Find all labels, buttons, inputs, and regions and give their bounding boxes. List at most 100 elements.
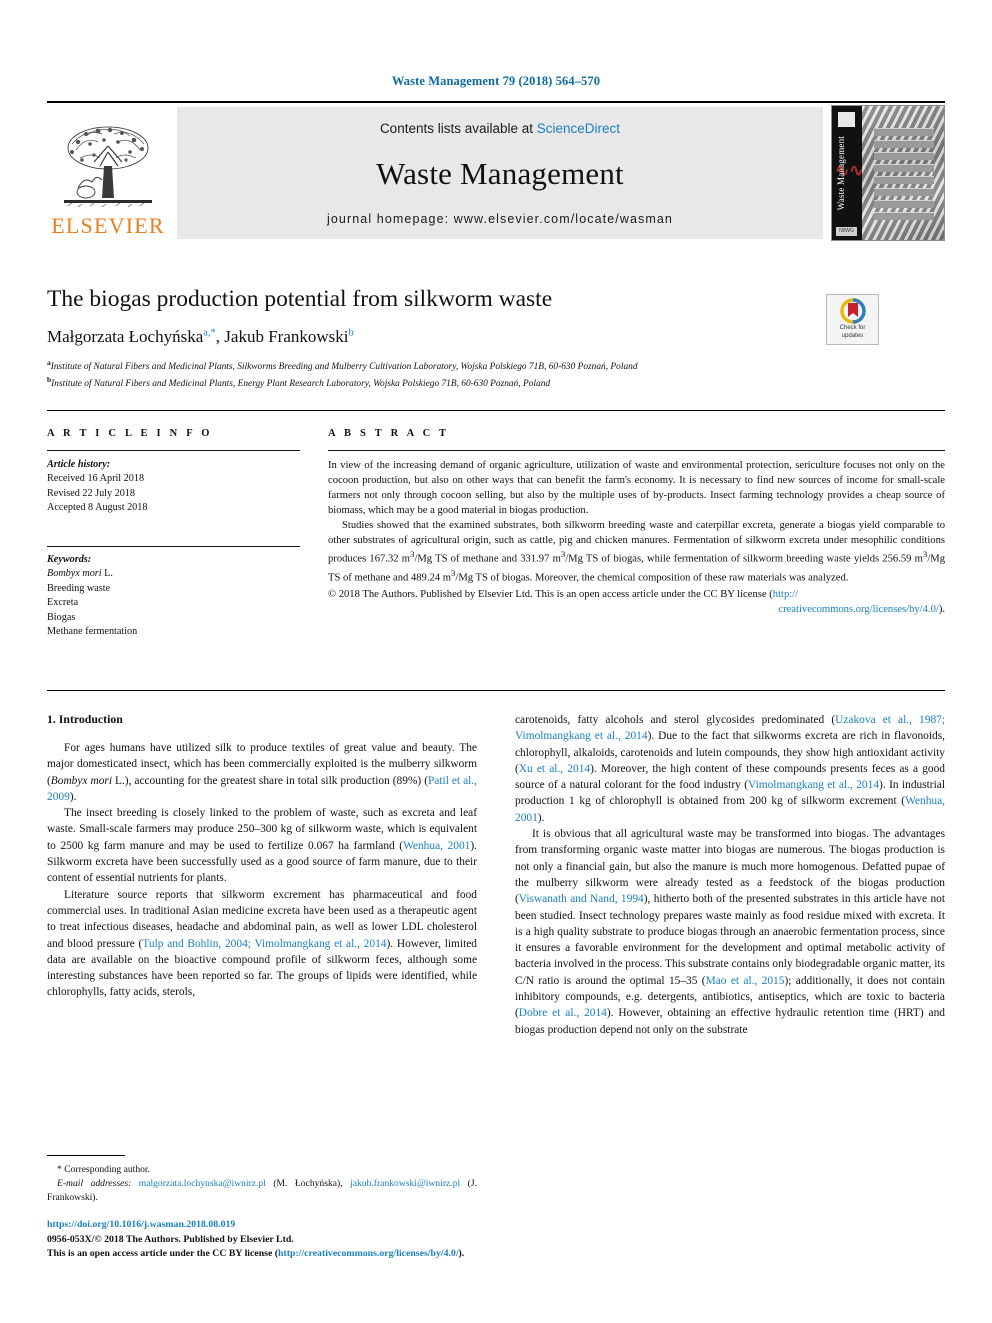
keywords-block: Keywords: Bombyx mori L. Breeding waste …	[47, 545, 300, 640]
cover-photo	[862, 106, 944, 240]
keywords-label: Keywords:	[47, 553, 92, 565]
body-column-left: 1. Introduction For ages humans have uti…	[47, 712, 477, 1038]
affiliation-a: aInstitute of Natural Fibers and Medicin…	[47, 358, 945, 375]
author-name-1: Małgorzata Łochyńska	[47, 327, 204, 347]
body-paragraph: The insect breeding is closely linked to…	[47, 805, 477, 886]
elsevier-wordmark: ELSEVIER	[51, 213, 165, 238]
footer-license-line: This is an open access article under the…	[47, 1247, 945, 1262]
email-label: E-mail addresses:	[57, 1177, 132, 1189]
text-run: L.), accounting for the greatest share i…	[111, 774, 428, 787]
body-paragraph: For ages humans have utilized silk to pr…	[47, 740, 477, 805]
info-abstract-region: A R T I C L E I N F O Article history: R…	[47, 428, 945, 640]
author-name-2: , Jakub Frankowski	[215, 327, 349, 347]
license-link-part2[interactable]: creativecommons.org/licenses/by/4.0/	[778, 604, 938, 615]
abstract-rule	[328, 450, 945, 451]
license-link-part1[interactable]: http://	[773, 589, 798, 600]
footer-license-pre: This is an open access article under the…	[47, 1248, 279, 1260]
doi-link[interactable]: https://doi.org/10.1016/j.wasman.2018.08…	[47, 1218, 945, 1233]
keyword-item: Breeding waste	[47, 582, 111, 594]
title-block: The biogas production potential from sil…	[47, 286, 945, 392]
email-link-1[interactable]: malgorzata.lochynska@iwnirz.pl	[139, 1178, 266, 1189]
email-link-2[interactable]: jakub.frankowski@iwnirz.pl	[350, 1178, 460, 1189]
abstract-p2-seg2: /Mg TS of methane and 331.97 m	[414, 553, 561, 565]
keyword-item: Methane fermentation	[47, 626, 138, 638]
affiliations: aInstitute of Natural Fibers and Medicin…	[47, 358, 945, 392]
keyword-item: Excreta	[47, 597, 79, 609]
citation-link[interactable]: Wenhua, 2001	[403, 840, 470, 852]
article-info-column: A R T I C L E I N F O Article history: R…	[47, 428, 300, 640]
keyword-item: Bombyx mori L.	[47, 567, 300, 581]
abstract-p2-seg3: /Mg TS of biogas, while fermentation of …	[565, 553, 923, 565]
body-paragraph: Literature source reports that silkworm …	[47, 887, 477, 1001]
body-paragraph: It is obvious that all agricultural wast…	[515, 826, 945, 1038]
text-run: carotenoids, fatty alcohols and sterol g…	[515, 714, 836, 726]
journal-homepage-link[interactable]: journal homepage: www.elsevier.com/locat…	[327, 212, 673, 226]
history-revised: Revised 22 July 2018	[47, 487, 136, 499]
keyword-suffix: L.	[101, 568, 113, 580]
info-section-divider	[47, 410, 945, 411]
email-suffix-1: (M. Łochyńska),	[265, 1177, 351, 1189]
text-run: ).	[69, 790, 77, 803]
affiliation-text-a: Institute of Natural Fibers and Medicina…	[50, 362, 638, 373]
crossmark-badge[interactable]: Check for updates	[826, 294, 879, 345]
journal-masthead: ELSEVIER Contents lists available at Sci…	[47, 101, 945, 241]
contents-prefix: Contents lists available at	[379, 121, 537, 136]
contents-line: Contents lists available at ScienceDirec…	[380, 121, 620, 136]
crossmark-line1: Check for	[839, 325, 866, 331]
journal-cover-thumbnail: ∿∿ Waste Management IWWG	[831, 105, 945, 241]
article-history-label: Article history:	[47, 459, 111, 470]
sciencedirect-link[interactable]: ScienceDirect	[537, 121, 620, 136]
license-link-line2: creativecommons.org/licenses/by/4.0/).	[328, 602, 945, 617]
crossmark-label: Check for updates	[840, 325, 866, 340]
cover-vertical-title: Waste Management	[836, 135, 846, 210]
text-run: ).	[537, 811, 545, 824]
section-heading-introduction: 1. Introduction	[47, 712, 123, 726]
elsevier-tree-icon	[64, 126, 152, 208]
body-columns: 1. Introduction For ages humans have uti…	[47, 712, 945, 1038]
copyright-text: © 2018 The Authors. Published by Elsevie…	[328, 589, 773, 601]
abstract-column: A B S T R A C T In view of the increasin…	[328, 428, 945, 640]
email-addresses-line: E-mail addresses: malgorzata.lochynska@i…	[47, 1177, 477, 1205]
history-received: Received 16 April 2018	[47, 473, 145, 485]
corresponding-author-line: * Corresponding author.	[57, 1164, 150, 1175]
crossmark-line2: updates	[841, 332, 864, 339]
abstract-paragraph-1: In view of the increasing demand of orga…	[328, 460, 945, 517]
corresponding-author-footnote: * Corresponding author. E-mail addresses…	[47, 1155, 477, 1205]
article-info-rule	[47, 450, 300, 451]
abstract-p2-seg5: /Mg TS of biogas. Moreover, the chemical…	[455, 572, 849, 584]
citation-link[interactable]: Tulp and Bohlin, 2004; Vimolmangkang et …	[142, 938, 386, 950]
text-run: ), hitherto both of the presented substr…	[515, 893, 945, 987]
keywords-list: Keywords: Bombyx mori L. Breeding waste …	[47, 553, 300, 640]
footer-license-link[interactable]: http://creativecommons.org/licenses/by/4…	[278, 1248, 459, 1259]
keywords-rule	[47, 545, 300, 547]
citation-link[interactable]: Xu et al., 2014	[519, 763, 590, 775]
page-footer: https://doi.org/10.1016/j.wasman.2018.08…	[47, 1218, 945, 1262]
footnote-body: * Corresponding author. E-mail addresses…	[47, 1163, 477, 1205]
cover-bottom-label: IWWG	[836, 227, 857, 236]
abstract-paragraph-2: Studies showed that the examined substra…	[328, 518, 945, 585]
article-history: Article history: Received 16 April 2018 …	[47, 458, 300, 516]
affiliation-b: bInstitute of Natural Fibers and Medicin…	[47, 375, 945, 392]
abstract-copyright: © 2018 The Authors. Published by Elsevie…	[328, 587, 945, 617]
running-head: Waste Management 79 (2018) 564–570	[391, 74, 601, 88]
affiliation-text-b: Institute of Natural Fibers and Medicina…	[51, 378, 551, 389]
article-info-heading: A R T I C L E I N F O	[47, 428, 213, 439]
history-accepted: Accepted 8 August 2018	[47, 502, 148, 514]
citation-link[interactable]: Dobre et al., 2014	[519, 1007, 607, 1019]
author-affiliation-mark-1: a,*	[203, 327, 216, 339]
citation-link[interactable]: Vimolmangkang et al., 2014	[748, 779, 879, 791]
body-divider	[47, 690, 945, 691]
author-affiliation-mark-2: b	[348, 327, 354, 339]
page-title: The biogas production potential from sil…	[47, 286, 553, 312]
body-column-right: carotenoids, fatty alcohols and sterol g…	[515, 712, 945, 1038]
italic-term: Bombyx mori	[50, 774, 112, 787]
citation-link[interactable]: Mao et al., 2015	[706, 975, 785, 987]
abstract-body: In view of the increasing demand of orga…	[328, 458, 945, 617]
masthead-center-panel: Contents lists available at ScienceDirec…	[177, 107, 823, 239]
body-paragraph: carotenoids, fatty alcohols and sterol g…	[515, 712, 945, 826]
journal-title: Waste Management	[376, 156, 624, 191]
citation-link[interactable]: Viswanath and Nand, 1994	[519, 893, 644, 905]
abstract-heading: A B S T R A C T	[328, 428, 450, 439]
keyword-italic: Bombyx mori	[47, 568, 102, 580]
footer-license-post: ).	[458, 1248, 465, 1260]
